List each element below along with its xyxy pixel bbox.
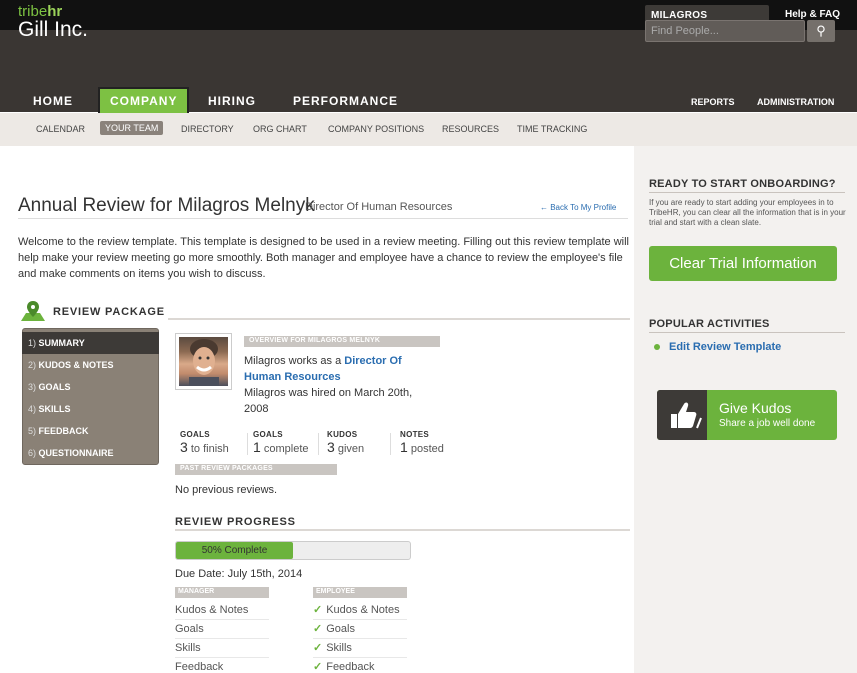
- avatar: [175, 333, 232, 390]
- thumbs-up-icon: [657, 390, 707, 440]
- nav-performance[interactable]: PERFORMANCE: [293, 89, 398, 113]
- menu-summary[interactable]: 1) SUMMARY: [22, 332, 159, 354]
- checkmark-icon: ✓: [313, 604, 323, 616]
- past-review-packages-label: PAST REVIEW PACKAGES: [175, 464, 337, 475]
- menu-goals[interactable]: 3) GOALS: [22, 376, 159, 398]
- give-kudos-subtitle: Share a job well done: [719, 418, 816, 429]
- progress-fill: 50% Complete: [176, 542, 293, 559]
- sub-nav-right: [634, 113, 857, 146]
- divider: [318, 433, 319, 455]
- review-progress-heading: REVIEW PROGRESS: [175, 516, 296, 528]
- search-button[interactable]: ⚲: [807, 20, 835, 42]
- employee-item-feedback: ✓ Feedback: [313, 658, 407, 673]
- search-icon: ⚲: [816, 23, 826, 38]
- checkmark-icon: ✓: [313, 623, 323, 635]
- search-input[interactable]: Find People...: [645, 20, 805, 42]
- clear-trial-button[interactable]: Clear Trial Information: [649, 246, 837, 281]
- divider: [168, 318, 630, 320]
- menu-questionnaire[interactable]: 6) QUESTIONNAIRE: [22, 442, 159, 464]
- help-link[interactable]: Help & FAQ: [785, 9, 840, 20]
- nav-hiring[interactable]: HIRING: [208, 89, 256, 113]
- subnav-calendar[interactable]: CALENDAR: [36, 124, 85, 134]
- checkmark-icon: ✓: [313, 661, 323, 673]
- checkmark-icon: ✓: [313, 642, 323, 654]
- subnav-org-chart[interactable]: ORG CHART: [253, 124, 307, 134]
- edit-review-template-link[interactable]: Edit Review Template: [654, 341, 781, 353]
- subnav-company-positions[interactable]: COMPANY POSITIONS: [328, 124, 424, 134]
- company-name: Gill Inc.: [18, 18, 89, 41]
- divider: [649, 332, 845, 333]
- page-title: Annual Review for Milagros Melnyk: [18, 195, 315, 216]
- review-progress-bar: 50% Complete: [175, 541, 411, 560]
- no-previous-reviews-text: No previous reviews.: [175, 484, 278, 496]
- manager-item-goals: Goals: [175, 620, 269, 639]
- manager-column-label: MANAGER: [175, 587, 269, 598]
- onboarding-heading: READY TO START ONBOARDING?: [649, 178, 836, 190]
- employee-column-label: EMPLOYEE: [313, 587, 407, 598]
- divider: [247, 433, 248, 455]
- subnav-your-team[interactable]: YOUR TEAM: [100, 121, 164, 135]
- employee-item-kudos-notes: ✓ Kudos & Notes: [313, 601, 407, 620]
- divider: [649, 192, 845, 193]
- popular-activities-heading: POPULAR ACTIVITIES: [649, 318, 770, 330]
- map-pin-icon: [21, 301, 45, 321]
- divider: [175, 529, 630, 531]
- subnav-directory[interactable]: DIRECTORY: [181, 124, 234, 134]
- bullet-icon: [654, 344, 660, 351]
- divider: [18, 218, 628, 219]
- nav-reports[interactable]: REPORTS: [691, 97, 735, 107]
- give-kudos-title: Give Kudos: [719, 400, 792, 416]
- intro-text: Welcome to the review template. This tem…: [18, 236, 629, 280]
- menu-feedback[interactable]: 5) FEEDBACK: [22, 420, 159, 442]
- nav-administration[interactable]: ADMINISTRATION: [757, 97, 834, 107]
- back-to-profile-link[interactable]: ← Back To My Profile: [540, 203, 616, 212]
- due-date: Due Date: July 15th, 2014: [175, 568, 303, 580]
- review-package-heading: REVIEW PACKAGE: [53, 306, 165, 318]
- employee-item-goals: ✓ Goals: [313, 620, 407, 639]
- menu-kudos-notes[interactable]: 2) KUDOS & NOTES: [22, 354, 159, 376]
- overview-text: Milagros works as a Director Of Human Re…: [244, 355, 413, 415]
- stat-goals-complete: GOALS 1 complete: [253, 430, 309, 455]
- menu-skills[interactable]: 4) SKILLS: [22, 398, 159, 420]
- manager-item-kudos-notes: Kudos & Notes: [175, 601, 269, 620]
- stat-notes-posted: NOTES 1 posted: [400, 430, 444, 455]
- page-subtitle: Director Of Human Resources: [305, 201, 453, 213]
- nav-company[interactable]: COMPANY: [98, 87, 190, 113]
- stat-kudos-given: KUDOS 3 given: [327, 430, 365, 455]
- subnav-time-tracking[interactable]: TIME TRACKING: [517, 124, 587, 134]
- onboarding-text: If you are ready to start adding your em…: [649, 198, 846, 227]
- employee-item-skills: ✓ Skills: [313, 639, 407, 658]
- stat-goals-to-finish: GOALS 3 to finish: [180, 430, 229, 455]
- subnav-resources[interactable]: RESOURCES: [442, 124, 499, 134]
- manager-item-feedback: Feedback: [175, 658, 269, 673]
- nav-home[interactable]: HOME: [33, 89, 73, 113]
- divider: [390, 433, 391, 455]
- overview-label: OVERVIEW FOR MILAGROS MELNYK: [244, 336, 440, 347]
- manager-item-skills: Skills: [175, 639, 269, 658]
